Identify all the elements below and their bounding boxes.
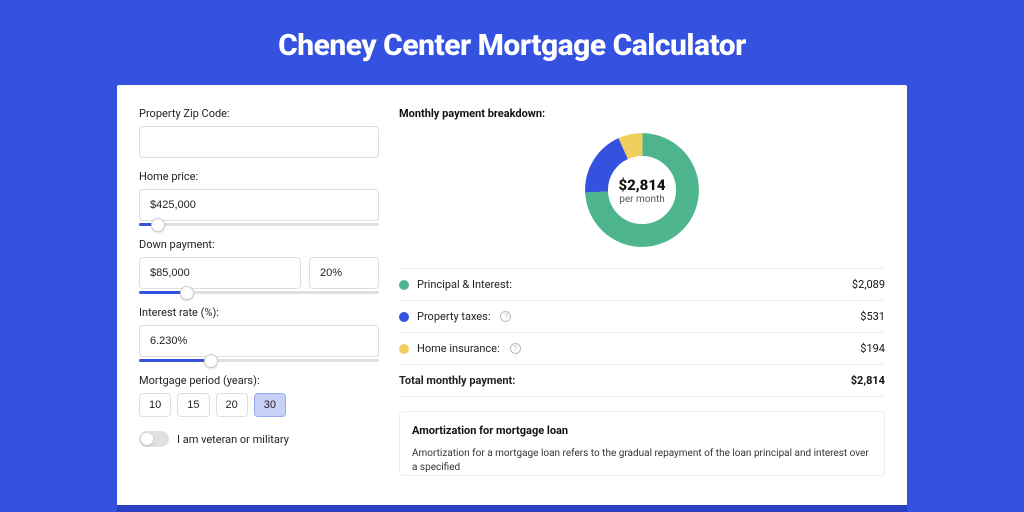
- down-payment-input[interactable]: [139, 257, 301, 289]
- period-option-20[interactable]: 20: [216, 393, 248, 417]
- amortization-panel: Amortization for mortgage loan Amortizat…: [399, 411, 885, 476]
- help-icon[interactable]: ?: [510, 343, 521, 354]
- home-price-label: Home price:: [139, 170, 379, 183]
- veteran-toggle[interactable]: [139, 431, 169, 447]
- interest-rate-input[interactable]: [139, 325, 379, 357]
- down-payment-field: Down payment:: [139, 238, 379, 294]
- breakdown-row-taxes: Property taxes: ? $531: [399, 300, 885, 332]
- dot-icon: [399, 280, 409, 290]
- mortgage-period-field: Mortgage period (years): 10 15 20 30: [139, 374, 379, 417]
- help-icon[interactable]: ?: [500, 311, 511, 322]
- breakdown-column: Monthly payment breakdown: $2,814 per mo…: [399, 107, 885, 505]
- donut-chart-wrap: $2,814 per month: [399, 130, 885, 250]
- breakdown-title: Monthly payment breakdown:: [399, 107, 885, 120]
- breakdown-value: $2,089: [852, 278, 885, 291]
- breakdown-label: Principal & Interest:: [417, 278, 512, 291]
- down-payment-slider[interactable]: [139, 291, 379, 294]
- home-price-field: Home price:: [139, 170, 379, 226]
- breakdown-row-principal: Principal & Interest: $2,089: [399, 268, 885, 300]
- slider-thumb[interactable]: [151, 218, 165, 232]
- period-option-15[interactable]: 15: [177, 393, 209, 417]
- breakdown-row-insurance: Home insurance: ? $194: [399, 332, 885, 364]
- down-payment-percent-input[interactable]: [309, 257, 379, 289]
- period-option-10[interactable]: 10: [139, 393, 171, 417]
- period-option-30[interactable]: 30: [254, 393, 286, 417]
- mortgage-period-label: Mortgage period (years):: [139, 374, 379, 387]
- breakdown-row-total: Total monthly payment: $2,814: [399, 364, 885, 397]
- veteran-row: I am veteran or military: [139, 431, 379, 447]
- interest-rate-slider[interactable]: [139, 359, 379, 362]
- breakdown-label: Home insurance:: [417, 342, 500, 355]
- slider-thumb[interactable]: [204, 354, 218, 368]
- total-value: $2,814: [851, 374, 885, 387]
- dot-icon: [399, 344, 409, 354]
- donut-amount: $2,814: [618, 176, 665, 194]
- donut-center: $2,814 per month: [582, 130, 702, 250]
- interest-rate-field: Interest rate (%):: [139, 306, 379, 362]
- total-label: Total monthly payment:: [399, 374, 515, 387]
- form-column: Property Zip Code: Home price: Down paym…: [139, 107, 379, 505]
- breakdown-value: $531: [860, 310, 885, 323]
- zip-label: Property Zip Code:: [139, 107, 379, 120]
- slider-thumb[interactable]: [180, 286, 194, 300]
- breakdown-label: Property taxes:: [417, 310, 490, 323]
- mortgage-period-options: 10 15 20 30: [139, 393, 379, 417]
- page-title: Cheney Center Mortgage Calculator: [0, 0, 1024, 85]
- donut-subtext: per month: [619, 194, 665, 205]
- breakdown-value: $194: [860, 342, 885, 355]
- interest-rate-label: Interest rate (%):: [139, 306, 379, 319]
- dot-icon: [399, 312, 409, 322]
- veteran-label: I am veteran or military: [177, 433, 289, 446]
- home-price-slider[interactable]: [139, 223, 379, 226]
- amortization-text: Amortization for a mortgage loan refers …: [412, 447, 872, 475]
- calculator-card: Property Zip Code: Home price: Down paym…: [117, 85, 907, 505]
- zip-input[interactable]: [139, 126, 379, 158]
- donut-chart: $2,814 per month: [582, 130, 702, 250]
- amortization-title: Amortization for mortgage loan: [412, 424, 872, 437]
- home-price-input[interactable]: [139, 189, 379, 221]
- zip-field: Property Zip Code:: [139, 107, 379, 158]
- down-payment-label: Down payment:: [139, 238, 379, 251]
